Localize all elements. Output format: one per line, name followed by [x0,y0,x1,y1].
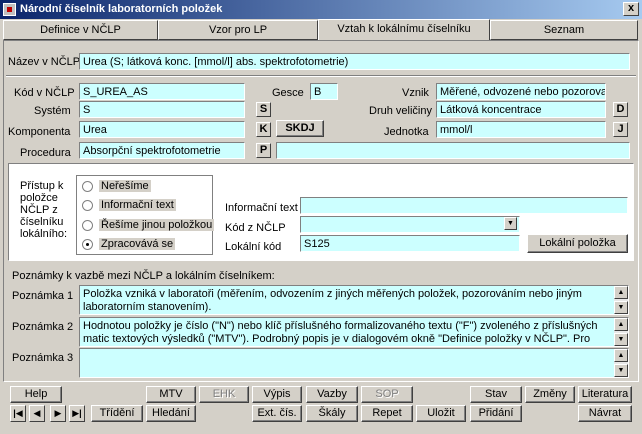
radio-zpracovava[interactable]: Zpracovává se [82,238,176,250]
note2-scrollbar[interactable]: ▲ ▼ [614,318,628,346]
radio-resime-dot[interactable] [82,219,93,231]
radio-informacni[interactable]: Informační text [82,199,176,211]
pridani-button[interactable]: Přidání [470,405,522,422]
info-label: Informační text [225,202,298,214]
procedura-field[interactable]: Absorpční spektrofotometrie [79,142,245,159]
vznik-field[interactable]: Měřené, odvozené nebo pozorované v [436,83,606,100]
title-bar: Národní číselník laboratorních položek x [0,0,642,19]
procedura-label: Procedura [20,147,71,159]
window-title: Národní číselník laboratorních položek [20,3,223,15]
tab-definice[interactable]: Definice v NČLP [3,20,158,40]
literatura-button[interactable]: Literatura [578,386,632,403]
lokalni-field[interactable]: S125 [300,235,520,252]
ehk-button[interactable]: EHK [199,386,249,403]
kodz-label: Kód z NČLP [225,222,286,234]
nazev-label: Název v NČLP [8,56,81,68]
hledani-button[interactable]: Hledání [146,405,196,422]
vazby-button[interactable]: Vazby [306,386,358,403]
ulozit-button[interactable]: Uložit [416,405,466,422]
mtv-button[interactable]: MTV [146,386,196,403]
scroll-up-icon[interactable]: ▲ [614,318,628,331]
vznik-label: Vznik [402,87,429,99]
navrat-button[interactable]: Návrat [578,405,632,422]
note1-text: Položka vzniká v laboratoři (měřením, od… [83,288,582,313]
scroll-up-icon[interactable]: ▲ [614,349,628,362]
last-record-icon[interactable]: ▶| [69,405,85,422]
jednotka-button[interactable]: J [613,122,628,137]
lokalni-label: Lokální kód [225,241,282,253]
system-label: Systém [34,105,71,117]
druh-label: Druh veličiny [369,105,432,117]
druh-button[interactable]: D [613,102,628,117]
lokalni-polozka-button[interactable]: Lokální položka [527,234,628,253]
nazev-field[interactable]: Urea (S; látková konc. [mmol/l] abs. spe… [79,53,630,70]
radio-informacni-dot[interactable] [82,199,93,211]
skaly-button[interactable]: Škály [306,405,358,422]
prev-record-icon[interactable]: ◀ [29,405,45,422]
radio-neresime[interactable]: Neřešíme [82,180,151,192]
komponenta-label: Komponenta [8,126,71,138]
notes-heading: Poznámky k vazbě mezi NČLP a lokálním čí… [12,270,275,282]
skdj-button[interactable]: SKDJ [276,120,324,137]
procedura-button[interactable]: P [256,143,271,158]
note3-scrollbar[interactable]: ▲ ▼ [614,349,628,377]
first-record-icon[interactable]: |◀ [10,405,26,422]
app-icon [3,3,16,16]
komponenta-button[interactable]: K [256,122,271,137]
zmeny-button[interactable]: Změny [525,386,575,403]
komponenta-field[interactable]: Urea [79,121,245,138]
scroll-down-icon[interactable]: ▼ [614,364,628,377]
radio-zpracovava-dot[interactable] [82,238,93,250]
system-field[interactable]: S [79,101,245,118]
radio-neresime-dot[interactable] [82,180,93,192]
note3-label: Poznámka 3 [12,352,74,364]
radio-resime[interactable]: Řešíme jinou položkou [82,219,215,231]
note1-field[interactable]: Položka vzniká v laboratoři (měřením, od… [79,285,629,315]
sop-button[interactable]: SOP [361,386,413,403]
gesce-label: Gesce [272,87,304,99]
jednotka-field[interactable]: mmol/l [436,121,606,138]
system-button[interactable]: S [256,102,271,117]
tab-vzor[interactable]: Vzor pro LP [158,20,318,40]
close-button[interactable]: x [623,2,639,16]
note1-label: Poznámka 1 [12,290,74,302]
note3-field[interactable]: ▲ ▼ [79,348,629,378]
vypis-button[interactable]: Výpis [252,386,302,403]
scroll-up-icon[interactable]: ▲ [614,286,628,299]
scroll-down-icon[interactable]: ▼ [614,333,628,346]
gesce-field[interactable]: B [310,83,338,100]
tab-seznam[interactable]: Seznam [490,20,638,40]
note1-scrollbar[interactable]: ▲ ▼ [614,286,628,314]
kod-field[interactable]: S_UREA_AS [79,83,245,100]
stav-button[interactable]: Stav [470,386,522,403]
note2-label: Poznámka 2 [12,321,74,333]
scroll-down-icon[interactable]: ▼ [614,301,628,314]
note2-field[interactable]: Hodnotou položky je číslo ("N") nebo klí… [79,317,629,347]
repet-button[interactable]: Repet [361,405,413,422]
access-label: Přístup k položce NČLP z číselníku lokál… [20,180,68,240]
druh-field[interactable]: Látková koncentrace [436,101,606,118]
kodz-dropdown[interactable] [300,216,520,233]
chevron-down-icon[interactable]: ▼ [504,217,517,230]
tab-vztah[interactable]: Vztah k lokálnímu číselníku [318,19,490,41]
ext-cis-button[interactable]: Ext. čís. [252,405,302,422]
help-button[interactable]: Help [10,386,62,403]
trideni-button[interactable]: Třídění [91,405,143,422]
procedura-extra-field[interactable] [276,142,630,159]
kod-label: Kód v NČLP [14,87,75,99]
note2-text: Hodnotou položky je číslo ("N") nebo klí… [83,320,598,345]
info-field[interactable] [300,197,628,214]
next-record-icon[interactable]: ▶ [50,405,66,422]
separator [6,75,636,77]
jednotka-label: Jednotka [384,126,429,138]
